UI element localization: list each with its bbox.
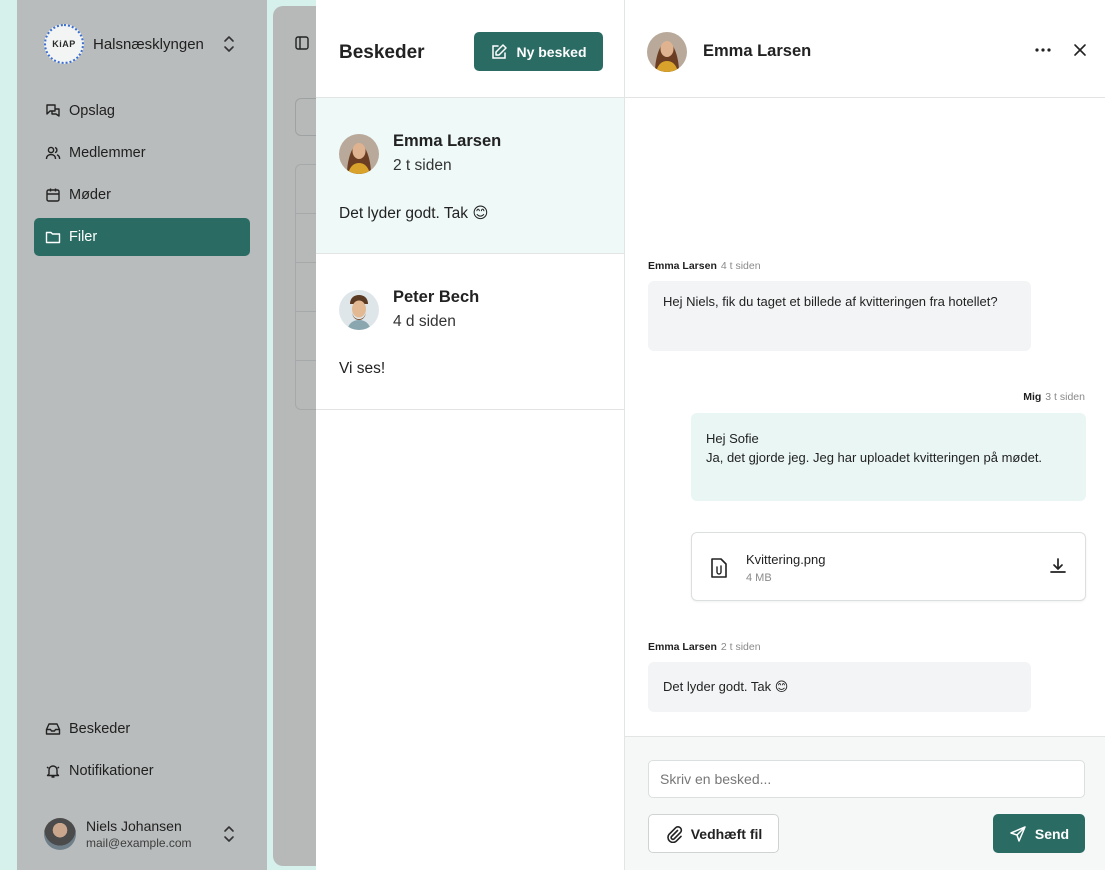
user-name: Niels Johansen [86,818,182,834]
avatar [339,290,379,330]
user-avatar [44,818,76,850]
messages-list-panel: Beskeder Ny besked Emma Larsen 2 t siden… [316,0,625,870]
attach-file-label: Vedhæft fil [690,825,763,842]
messages-list-header: Beskeder Ny besked [316,0,624,98]
message-meta: Mig 3 t siden [1023,391,1085,403]
bell-icon [46,765,60,778]
nav-item-beskeder[interactable]: Beskeder [34,710,250,748]
inbox-icon [45,723,61,735]
paperclip-icon [666,825,682,843]
nav-label: Opslag [69,103,115,119]
compose-icon [492,43,508,59]
send-icon [1010,825,1026,842]
user-email: mail@example.com [86,836,192,850]
avatar [647,32,687,72]
file-attachment[interactable]: Kvittering.png 4 MB [691,532,1086,601]
download-icon[interactable] [1049,557,1067,575]
nav-label: Møder [69,187,111,203]
nav-label: Beskeder [69,721,131,737]
conversation-preview: Vi ses! [339,360,386,377]
chat-panel: Emma Larsen Emma Larsen 4 t siden Hej Nie… [625,0,1105,870]
close-icon[interactable] [1073,43,1087,57]
conversation-name: Peter Bech [393,288,480,306]
posts-icon [46,104,60,117]
nav-label: Medlemmer [69,145,146,161]
message-line: Hej Sofie [706,431,759,446]
chevron-up-down-icon [224,36,234,52]
nav-label: Filer [69,229,98,245]
chat-header: Emma Larsen [625,0,1105,98]
file-size: 4 MB [746,572,772,584]
nav-item-medlemmer[interactable]: Medlemmer [34,134,250,172]
chat-title: Emma Larsen [703,42,812,60]
message-input[interactable] [648,760,1085,798]
message-sender: Emma Larsen [648,641,717,653]
message-meta: Emma Larsen 4 t siden [648,260,761,272]
nav-item-filer[interactable]: Filer [34,218,250,256]
file-icon [711,558,727,578]
conversation-name: Emma Larsen [393,132,502,150]
new-message-button[interactable]: Ny besked [474,32,603,71]
send-label: Send [1034,825,1070,842]
message-time: 4 t siden [720,260,761,272]
message-bubble-outgoing: Hej Sofie Ja, det gjorde jeg. Jeg har up… [691,413,1086,501]
new-message-label: Ny besked [516,43,587,60]
message-sender: Mig [1023,391,1042,403]
message-time: 3 t siden [1045,391,1085,403]
org-switcher[interactable]: KiAP Halsnæsklyngen [44,24,254,64]
messages-title: Beskeder [339,42,425,63]
chevron-up-down-icon [224,826,234,842]
message-sender: Emma Larsen [648,260,717,272]
conversation-preview: Det lyder godt. Tak 😊 [339,205,489,222]
nav-item-moder[interactable]: Møder [34,176,250,214]
conversation-item-emma-larsen[interactable]: Emma Larsen 2 t siden Det lyder godt. Ta… [316,98,624,254]
more-options-icon[interactable] [1033,42,1053,58]
send-button[interactable]: Send [993,814,1085,853]
message-bubble-incoming: Det lyder godt. Tak 😊 [648,662,1031,712]
org-name: Halsnæsklyngen [93,35,204,53]
nav-item-opslag[interactable]: Opslag [34,92,250,130]
nav-item-notifikationer[interactable]: Notifikationer [34,752,250,790]
conversation-time: 4 d siden [393,313,456,330]
conversation-item-peter-bech[interactable]: Peter Bech 4 d siden Vi ses! [316,254,624,410]
folder-icon [45,231,61,244]
avatar [339,134,379,174]
main-nav: Opslag Medlemmer Møder Filer [34,92,250,260]
file-name: Kvittering.png [746,552,826,567]
user-menu[interactable]: Niels Johansen mail@example.com [44,812,254,856]
sidebar: KiAP Halsnæsklyngen Opslag Medlemmer Mød… [17,0,267,870]
message-composer: Vedhæft fil Send [625,736,1105,870]
message-time: 2 t siden [720,641,761,653]
message-line: Ja, det gjorde jeg. Jeg har uploadet kvi… [706,450,1043,465]
message-bubble-incoming: Hej Niels, fik du taget et billede af kv… [648,281,1031,351]
sidebar-toggle-icon[interactable] [295,36,309,50]
nav-label: Notifikationer [69,763,154,779]
conversation-time: 2 t siden [393,157,452,174]
attach-file-button[interactable]: Vedhæft fil [648,814,779,853]
secondary-nav: Beskeder Notifikationer [34,710,250,794]
org-logo: KiAP [44,24,84,64]
message-meta: Emma Larsen 2 t siden [648,641,761,653]
members-icon [45,146,61,160]
calendar-icon [46,188,60,202]
